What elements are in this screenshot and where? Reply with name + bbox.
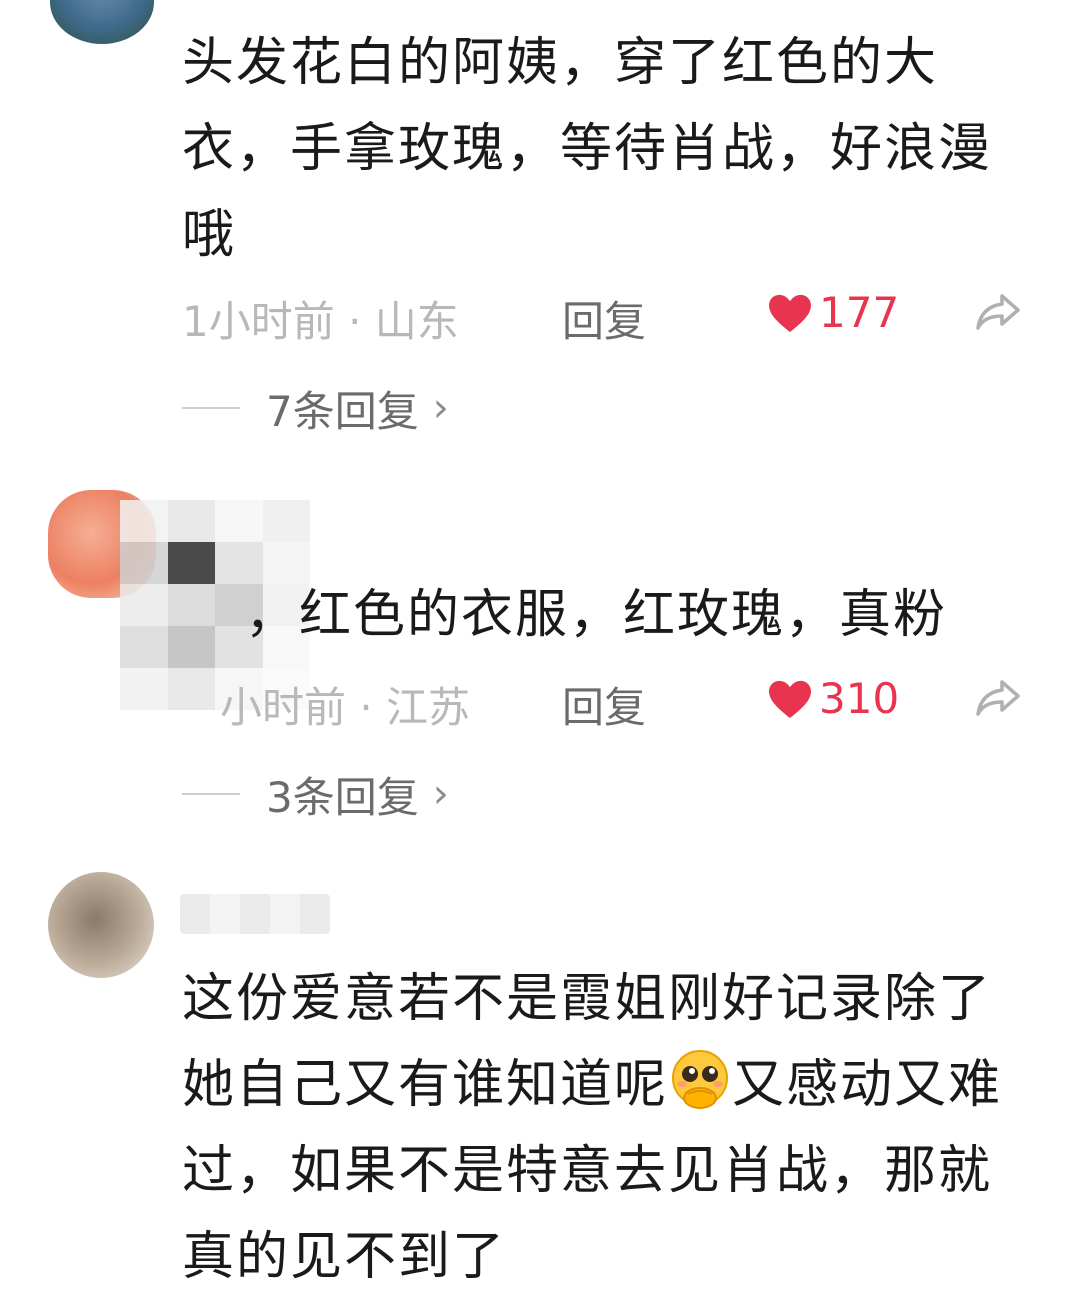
like-button[interactable]: 177 [767,288,899,337]
divider [182,793,240,795]
time-location: 1小时前 · 山东 [182,297,459,346]
chevron-right-icon: › [432,771,449,817]
heart-icon [769,294,811,332]
expand-replies[interactable]: 7条回复 › [182,378,449,438]
comment-3: 这份爱意若不是霞姐刚好记录除了她自己又有谁知道呢 又感动又难过，如果不是特意去见… [0,870,1080,1303]
share-icon[interactable] [974,292,1022,332]
comment-text: 这份爱意若不是霞姐刚好记录除了她自己又有谁知道呢 又感动又难过，如果不是特意去见… [182,956,1012,1300]
comment-text: 头发花白的阿姨，穿了红色的大衣，手拿玫瑰，等待肖战，好浪漫哦 [182,33,993,265]
comment-1: 头发花白的阿姨，穿了红色的大衣，手拿玫瑰，等待肖战，好浪漫哦 1小时前 · 山东… [0,0,1080,450]
like-button[interactable]: 310 [767,674,899,723]
avatar[interactable] [50,0,154,44]
divider [182,407,240,409]
comment-text: ，红色的衣服，红玫瑰，真粉 [245,585,948,645]
reply-button[interactable]: 回复 [562,674,646,735]
like-count: 177 [819,288,900,337]
avatar[interactable] [48,872,154,978]
comment-meta: 1小时前 · 山东 回复 177 [182,288,1042,348]
blurred-username [180,894,330,934]
pleading-face-emoji [672,1050,729,1109]
share-icon[interactable] [974,678,1022,718]
chevron-right-icon: › [432,385,449,431]
thread-label: 7条回复 [266,386,419,436]
reply-button[interactable]: 回复 [562,288,646,349]
comment-2: ，红色的衣服，红玫瑰，真粉 小时前 · 江苏 回复 310 3条回复 › [0,460,1080,860]
heart-icon [769,680,811,718]
time-location: 小时前 · 江苏 [220,683,471,732]
thread-label: 3条回复 [266,772,419,822]
expand-replies[interactable]: 3条回复 › [182,764,449,824]
like-count: 310 [819,674,900,723]
comment-meta: 小时前 · 江苏 回复 310 [182,674,1042,734]
